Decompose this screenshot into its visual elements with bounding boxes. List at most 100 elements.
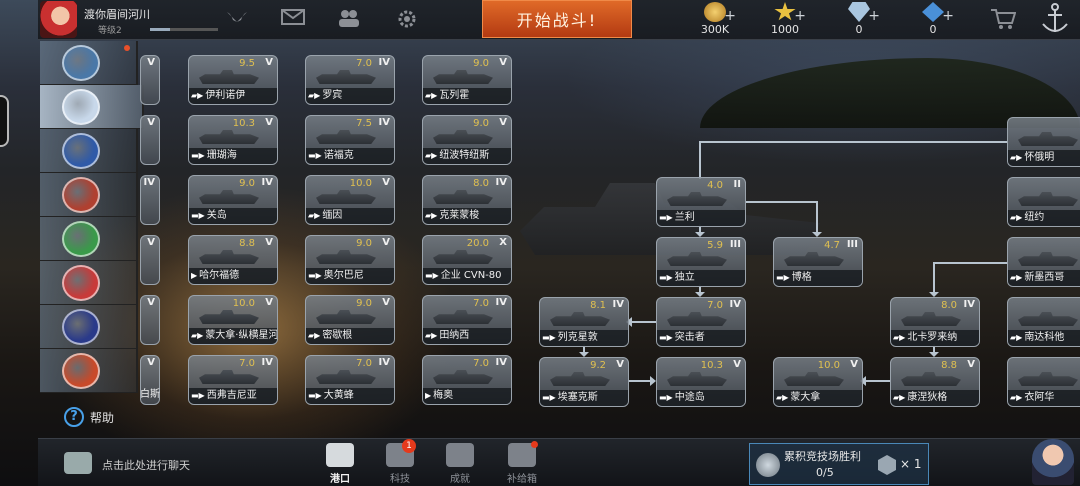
- ship-card[interactable]: 7.0 IV ▰▶ 罗宾: [305, 55, 395, 105]
- ship-rating: 20.0: [466, 238, 489, 249]
- nation-tab[interactable]: [40, 85, 144, 129]
- mail-icon[interactable]: [280, 8, 306, 30]
- ship-card[interactable]: V: [140, 55, 160, 105]
- ship-card[interactable]: ▰▶ 新墨西哥: [1007, 237, 1080, 287]
- ship-card[interactable]: 4.0 II ▬▶ 兰利: [656, 177, 746, 227]
- ship-card[interactable]: V: [140, 295, 160, 345]
- ship-card[interactable]: 8.1 IV ▬▶ 列克星敦: [539, 297, 629, 347]
- ship-card[interactable]: 9.0 V ▬▶ 奥尔巴尼: [305, 235, 395, 285]
- ship-card[interactable]: ▰▶ 怀俄明: [1007, 117, 1080, 167]
- ship-tier: X: [499, 237, 507, 248]
- star-currency[interactable]: 1000 +: [760, 2, 810, 38]
- ship-card[interactable]: 9.0 V ▰▶ 密歇根: [305, 295, 395, 345]
- ship-card[interactable]: 9.0 IV ▬▶ 关岛: [188, 175, 278, 225]
- ship-image: [1018, 192, 1078, 206]
- gem-currency[interactable]: 0 +: [908, 2, 958, 38]
- add-gem-icon[interactable]: +: [942, 8, 954, 24]
- ship-card[interactable]: 10.3 V ▬▶ 中途岛: [656, 357, 746, 407]
- friends-icon[interactable]: [336, 8, 362, 30]
- nation-tab[interactable]: [40, 129, 138, 173]
- ship-card[interactable]: 20.0 X ▬▶ 企业 CVN-80: [422, 235, 512, 285]
- nation-tab[interactable]: [40, 217, 138, 261]
- ship-card[interactable]: 7.0 IV ▶ 梅奥: [422, 355, 512, 405]
- ship-card[interactable]: 10.3 V ▬▶ 珊瑚海: [188, 115, 278, 165]
- ship-image: [901, 312, 961, 326]
- screen-edge-handle[interactable]: [0, 95, 9, 147]
- ship-card[interactable]: 8.0 IV ▰▶ 北卡罗来纳: [890, 297, 980, 347]
- ship-card[interactable]: 9.0 V ▰▶ 瓦列霍: [422, 55, 512, 105]
- nation-tab[interactable]: [40, 261, 138, 305]
- ship-card[interactable]: 9.0 V ▰▶ 纽波特纽斯: [422, 115, 512, 165]
- ship-card[interactable]: 10.0 V ▰▶ 蒙大拿·纵横星河: [188, 295, 278, 345]
- nation-tab[interactable]: [40, 305, 138, 349]
- ship-card[interactable]: ▰▶ 南达科他: [1007, 297, 1080, 347]
- nation-tab[interactable]: [40, 41, 138, 85]
- ship-tier: V: [382, 177, 390, 188]
- ship-image: [199, 70, 259, 84]
- ship-type-icon: ▰▶: [425, 91, 438, 100]
- cart-icon[interactable]: [990, 8, 1017, 30]
- ship-card[interactable]: 4.7 III ▬▶ 博格: [773, 237, 863, 287]
- ship-card[interactable]: 9.2 V ▬▶ 埃塞克斯: [539, 357, 629, 407]
- nav-supply[interactable]: 补给箱: [500, 441, 544, 485]
- ship-name-bar: ▶ 梅奥: [423, 388, 511, 404]
- ship-image: [199, 250, 259, 264]
- anchor-icon[interactable]: [1040, 2, 1068, 36]
- ship-type-icon: ▰▶: [893, 333, 906, 342]
- nation-tab[interactable]: [40, 173, 138, 217]
- gold-coin-icon: [704, 2, 726, 22]
- ship-rating: 7.0: [356, 58, 372, 69]
- settings-icon[interactable]: [394, 8, 420, 30]
- start-battle-button[interactable]: 开始战斗!: [482, 0, 632, 38]
- ship-card[interactable]: 8.8 V ▰▶ 康涅狄格: [890, 357, 980, 407]
- ship-name-bar: ▶ 哈尔福德: [189, 268, 277, 284]
- diamond-currency[interactable]: 0 +: [834, 2, 884, 38]
- nav-port[interactable]: 港口: [318, 443, 362, 485]
- wings-icon[interactable]: [224, 8, 250, 30]
- add-diamond-icon[interactable]: +: [868, 8, 880, 24]
- ship-image: [901, 372, 961, 386]
- ship-card[interactable]: 8.8 V ▶ 哈尔福德: [188, 235, 278, 285]
- nation-flag-germany-icon: [62, 177, 100, 213]
- ship-type-icon: ▰▶: [191, 91, 204, 100]
- ship-card[interactable]: 10.0 V ▰▶ 缅因: [305, 175, 395, 225]
- nav-achievements[interactable]: 成就: [438, 443, 482, 485]
- nation-flag-japan-icon: [62, 265, 100, 301]
- ship-card[interactable]: 7.0 IV ▬▶ 西弗吉尼亚: [188, 355, 278, 405]
- ship-card[interactable]: 5.9 III ▬▶ 独立: [656, 237, 746, 287]
- ship-card[interactable]: 7.0 IV ▰▶ 田纳西: [422, 295, 512, 345]
- ship-card[interactable]: ▰▶ 纽约: [1007, 177, 1080, 227]
- arena-task-panel[interactable]: 累积竞技场胜利 0/5 × 1: [749, 443, 929, 485]
- add-gold-icon[interactable]: +: [724, 8, 736, 24]
- nav-achievements-label: 成就: [450, 474, 470, 485]
- help-button[interactable]: ? 帮助: [64, 407, 114, 427]
- ship-name: 缅因: [322, 210, 343, 221]
- ship-card[interactable]: 8.0 IV ▰▶ 克莱蒙梭: [422, 175, 512, 225]
- ship-rating: 8.0: [941, 300, 957, 311]
- ship-name-bar: ▬▶ 突击者: [657, 330, 745, 346]
- ship-card[interactable]: 10.0 V ▰▶ 蒙大拿: [773, 357, 863, 407]
- ship-tier: IV: [963, 299, 975, 310]
- ship-card[interactable]: 9.5 V ▰▶ 伊利诺伊: [188, 55, 278, 105]
- chat-prompt[interactable]: 点击此处进行聊天: [102, 457, 190, 473]
- nav-tech[interactable]: 科技 1: [378, 439, 422, 485]
- ship-tier: V: [265, 57, 273, 68]
- ship-rating: 4.0: [707, 180, 723, 191]
- ship-card[interactable]: 7.5 IV ▬▶ 诺福克: [305, 115, 395, 165]
- ship-card[interactable]: V: [140, 115, 160, 165]
- ship-rating: 9.0: [356, 238, 372, 249]
- player-avatar[interactable]: [40, 1, 77, 38]
- gold-currency[interactable]: 300K +: [690, 2, 740, 38]
- ship-card[interactable]: 7.0 IV ▬▶ 大黄蜂: [305, 355, 395, 405]
- adjutant-portrait[interactable]: [1032, 439, 1074, 485]
- chat-icon[interactable]: [64, 452, 92, 474]
- ship-rating: 8.8: [941, 360, 957, 371]
- ship-card[interactable]: 7.0 IV ▬▶ 突击者: [656, 297, 746, 347]
- add-star-icon[interactable]: +: [794, 8, 806, 24]
- arena-medal-icon: [756, 453, 780, 477]
- nation-tab[interactable]: [40, 349, 138, 393]
- ship-card[interactable]: ▰▶ 衣阿华: [1007, 357, 1080, 407]
- ship-name: 诺福克: [323, 150, 354, 161]
- ship-card[interactable]: IV: [140, 175, 160, 225]
- ship-card[interactable]: V: [140, 235, 160, 285]
